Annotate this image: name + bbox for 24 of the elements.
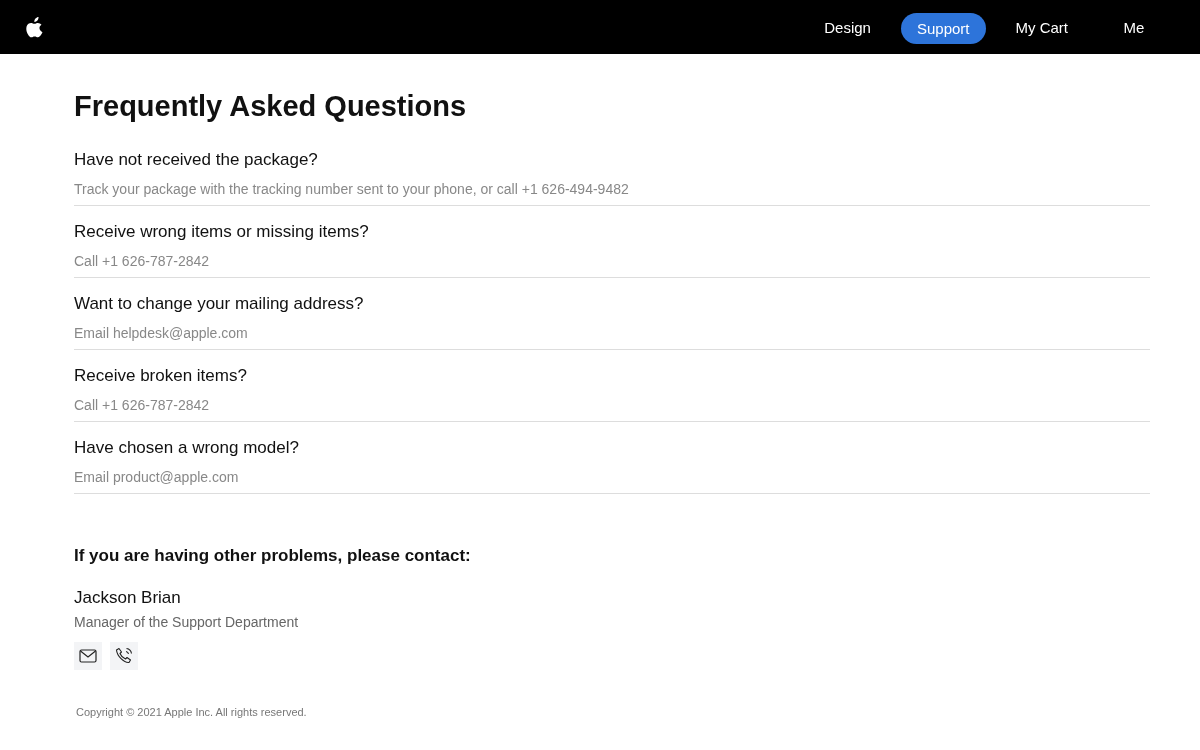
apple-logo-icon[interactable] — [26, 16, 44, 38]
faq-answer: Track your package with the tracking number sent to your phone, or call +1 626-494-9482 — [74, 180, 630, 198]
nav-link[interactable]: Support — [900, 13, 986, 44]
nav-link[interactable]: Design — [808, 11, 887, 43]
envelope-icon — [79, 649, 97, 663]
nav-link[interactable]: Me — [1098, 11, 1170, 43]
faq-answer: Email product@apple.com — [74, 468, 240, 486]
faq-answer: Call +1 626-787-2842 — [74, 252, 211, 270]
phone-button[interactable] — [110, 642, 138, 670]
contact-name: Jackson Brian — [74, 588, 182, 608]
faq-question: Have chosen a wrong model? — [74, 438, 300, 458]
faq-question: Want to change your mailing address? — [74, 294, 365, 314]
phone-icon — [115, 647, 133, 665]
faq-question: Receive wrong items or missing items? — [74, 222, 370, 242]
contact-heading: If you are having other problems, please contact: — [74, 546, 472, 566]
faq-question: Have not received the package? — [74, 150, 319, 170]
email-button[interactable] — [74, 642, 102, 670]
nav-link[interactable]: My Cart — [999, 11, 1084, 43]
page-title: Frequently Asked Questions — [74, 90, 468, 123]
copyright-text: Copyright © 2021 Apple Inc. All rights reserved. — [75, 706, 308, 718]
contact-role: Manager of the Support Department — [74, 614, 300, 630]
faq-answer: Email helpdesk@apple.com — [74, 324, 249, 342]
faq-answer: Call +1 626-787-2842 — [74, 396, 211, 414]
faq-question: Receive broken items? — [74, 366, 248, 386]
